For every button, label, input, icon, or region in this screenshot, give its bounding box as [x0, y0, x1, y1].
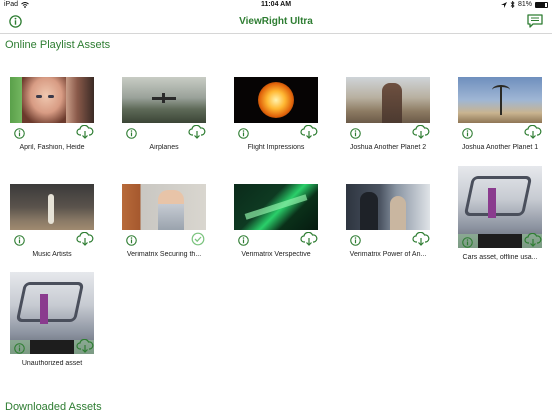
asset-title: Cars asset, offline usa... — [462, 254, 538, 261]
asset-thumbnail[interactable] — [346, 77, 430, 123]
asset-thumbnail[interactable] — [234, 184, 318, 230]
info-icon — [126, 235, 137, 246]
asset-thumbnail[interactable] — [122, 184, 206, 230]
asset-tile: April, Fashion, Heide — [10, 77, 94, 151]
asset-thumbnail[interactable] — [346, 184, 430, 230]
download-button[interactable] — [76, 338, 94, 358]
status-bar: iPad 11:04 AM 81% — [0, 0, 552, 10]
asset-tile: Verimatrix Power of An... — [346, 184, 430, 258]
asset-thumbnail[interactable] — [10, 184, 94, 230]
asset-thumbnail[interactable] — [458, 77, 542, 123]
asset-thumbnail[interactable] — [122, 77, 206, 123]
asset-title: Airplanes — [149, 144, 179, 151]
info-icon — [238, 235, 249, 246]
asset-tile: Verimatrix Securing th... — [122, 184, 206, 258]
asset-tile: Music Artists — [10, 184, 94, 258]
info-icon — [14, 235, 25, 246]
asset-title: Joshua Another Planet 2 — [349, 144, 427, 151]
asset-info-button[interactable] — [238, 233, 249, 251]
cloud-download-icon — [300, 231, 318, 246]
download-button[interactable] — [524, 124, 542, 144]
downloaded-assets-heading: Downloaded Assets — [5, 401, 102, 413]
cloud-download-icon — [76, 124, 94, 139]
asset-thumbnail[interactable] — [234, 77, 318, 123]
download-button[interactable] — [412, 231, 430, 251]
download-button[interactable] — [412, 124, 430, 144]
asset-info-button[interactable] — [350, 233, 361, 251]
asset-title: Verimatrix Verspective — [241, 251, 311, 258]
asset-info-button[interactable] — [126, 126, 137, 144]
download-button[interactable] — [524, 232, 542, 252]
chat-icon — [527, 14, 543, 28]
cloud-download-icon — [76, 338, 94, 353]
asset-title: Music Artists — [32, 251, 72, 258]
asset-info-button[interactable] — [462, 126, 473, 144]
asset-title: Verimatrix Power of An... — [349, 251, 427, 258]
asset-tile: Airplanes — [122, 77, 206, 151]
asset-info-button[interactable] — [14, 233, 25, 251]
check-circle-icon — [191, 232, 205, 246]
cloud-download-icon — [188, 124, 206, 139]
download-button[interactable] — [188, 124, 206, 144]
asset-title: April, Fashion, Heide — [19, 144, 85, 151]
asset-info-button[interactable] — [14, 341, 25, 359]
info-icon — [126, 128, 137, 139]
info-icon — [350, 235, 361, 246]
location-icon — [500, 1, 507, 8]
asset-info-button[interactable] — [14, 126, 25, 144]
downloaded-status[interactable] — [190, 232, 206, 251]
download-button[interactable] — [76, 124, 94, 144]
asset-title: Verimatrix Securing th... — [126, 251, 202, 258]
cloud-download-icon — [412, 124, 430, 139]
app-title: ViewRight Ultra — [239, 16, 313, 27]
asset-info-button[interactable] — [126, 233, 137, 251]
asset-info-button[interactable] — [350, 126, 361, 144]
asset-thumbnail[interactable] — [10, 77, 94, 123]
download-button[interactable] — [300, 231, 318, 251]
asset-tile: Joshua Another Planet 1 — [458, 77, 542, 151]
asset-tile: Verimatrix Verspective — [234, 184, 318, 258]
battery-icon — [535, 1, 548, 8]
bluetooth-icon — [510, 1, 515, 8]
asset-title: Joshua Another Planet 1 — [461, 144, 539, 151]
cloud-download-icon — [300, 124, 318, 139]
asset-title: Unauthorized asset — [21, 360, 83, 367]
info-icon — [350, 128, 361, 139]
info-icon — [14, 128, 25, 139]
asset-info-button[interactable] — [462, 235, 473, 253]
cloud-download-icon — [524, 232, 542, 247]
nav-bar: ViewRight Ultra — [0, 10, 552, 34]
info-icon — [462, 128, 473, 139]
status-time: 11:04 AM — [260, 1, 292, 8]
download-button[interactable] — [300, 124, 318, 144]
cloud-download-icon — [76, 231, 94, 246]
download-button[interactable] — [76, 231, 94, 251]
info-icon — [14, 343, 25, 354]
asset-title: Flight Impressions — [247, 144, 305, 151]
asset-tile: Flight Impressions — [234, 77, 318, 151]
asset-tile: Joshua Another Planet 2 — [346, 77, 430, 151]
cloud-download-icon — [412, 231, 430, 246]
online-playlist-heading: Online Playlist Assets — [5, 39, 111, 51]
asset-info-button[interactable] — [238, 126, 249, 144]
info-icon — [238, 128, 249, 139]
battery-percent: 81% — [517, 1, 532, 8]
asset-tile: Cars asset, offline usa... — [458, 166, 542, 261]
info-icon — [462, 237, 473, 248]
asset-tile: Unauthorized asset — [10, 272, 94, 367]
messages-button[interactable] — [527, 14, 543, 33]
cloud-download-icon — [524, 124, 542, 139]
